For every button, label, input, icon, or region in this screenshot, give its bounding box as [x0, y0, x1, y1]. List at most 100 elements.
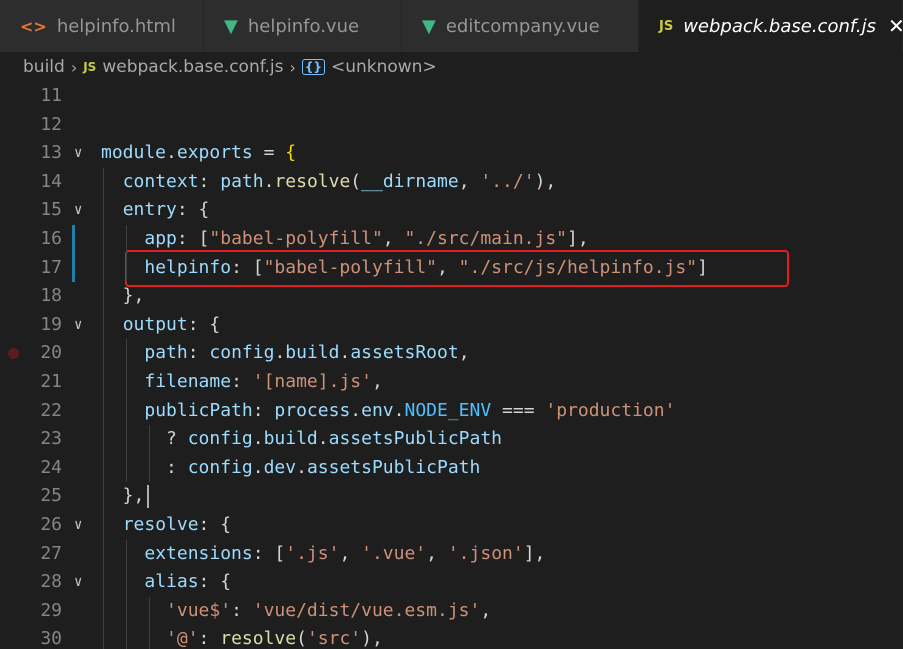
code-token: :	[252, 399, 275, 421]
code-token: "./src/main.js"	[404, 228, 568, 249]
code-token: config	[187, 428, 253, 450]
code-line[interactable]: 17 helpinfo: ["babel-polyfill", "./src/j…	[0, 254, 903, 283]
fold-chevron-icon[interactable]: ∨	[74, 196, 82, 225]
code-token: 'vue$'	[166, 599, 232, 621]
code-token: module	[101, 142, 167, 164]
code-line[interactable]: 30 '@': resolve('src'),	[0, 625, 903, 649]
code-token: "babel-polyfill"	[209, 228, 383, 249]
code-token: ===	[491, 399, 546, 421]
code-token: ,	[458, 170, 481, 192]
fold-chevron-icon[interactable]: ∨	[74, 311, 82, 340]
code-line[interactable]: 18 },	[0, 282, 903, 311]
code-line[interactable]: 19 ∨ output: {	[0, 311, 903, 340]
code-token: build	[263, 428, 318, 450]
code-line[interactable]: 23 ? config.build.assetsPublicPath	[0, 425, 903, 454]
code-token: path	[220, 170, 264, 192]
code-token: ,	[339, 542, 362, 564]
code-token: 'src'	[306, 628, 362, 649]
fold-chevron-icon[interactable]: ∨	[74, 511, 82, 540]
code-text: app: ["babel-polyfill", "./src/main.js"]…	[101, 225, 589, 254]
indent-guide	[149, 425, 150, 483]
code-text: entry: {	[101, 196, 210, 225]
code-token: .	[393, 399, 405, 421]
code-line[interactable]: 25 },	[0, 482, 903, 511]
tab-helpinfo-vue[interactable]: ▼ helpinfo.vue	[204, 0, 402, 52]
code-token: assetsPublicPath	[306, 456, 481, 478]
code-token: '.json'	[447, 542, 524, 564]
code-token: ],	[567, 228, 589, 249]
code-line[interactable]: 26 ∨ resolve: {	[0, 511, 903, 540]
code-line[interactable]: 21 filename: '[name].js',	[0, 368, 903, 397]
line-number: 27	[40, 542, 62, 564]
code-token: helpinfo	[144, 256, 232, 278]
code-token: app	[144, 228, 177, 249]
code-token: context	[122, 170, 199, 192]
code-token: {	[285, 142, 297, 164]
line-number: 24	[40, 456, 62, 478]
code-token: .	[296, 456, 307, 478]
code-line[interactable]: 28 ∨ alias: {	[0, 568, 903, 597]
code-token: filename	[144, 371, 232, 392]
code-token: alias	[144, 571, 199, 593]
tab-label: helpinfo.html	[56, 15, 176, 37]
code-line[interactable]: 24 : config.dev.assetsPublicPath	[0, 454, 903, 483]
code-line[interactable]: 15 ∨ entry: {	[0, 196, 903, 225]
code-line[interactable]: 27 extensions: ['.js', '.vue', '.json'],	[0, 540, 903, 569]
tab-label: webpack.base.conf.js	[683, 15, 876, 37]
code-token: __dirname	[361, 170, 459, 192]
code-token: ?	[101, 428, 188, 450]
code-line[interactable]: 13 ∨ module.exports = {	[0, 139, 903, 168]
code-token: :	[187, 342, 210, 364]
indent-guide	[103, 167, 104, 649]
fold-chevron-icon[interactable]: ∨	[74, 139, 82, 168]
code-line[interactable]: 29 'vue$': 'vue/dist/vue.esm.js',	[0, 597, 903, 626]
code-text: helpinfo: ["babel-polyfill", "./src/js/h…	[101, 254, 708, 283]
tab-webpack-base-conf-js[interactable]: JS webpack.base.conf.js ✕	[639, 0, 903, 52]
close-icon[interactable]: ✕	[888, 14, 902, 38]
tab-label: helpinfo.vue	[247, 15, 360, 37]
tab-editcompany-vue[interactable]: ▼ editcompany.vue	[402, 0, 639, 52]
code-text: extensions: ['.js', '.vue', '.json'],	[101, 540, 545, 569]
code-line[interactable]: 12	[0, 111, 903, 140]
code-text: 'vue$': 'vue/dist/vue.esm.js',	[101, 597, 491, 626]
tab-helpinfo-html[interactable]: <> helpinfo.html	[0, 0, 204, 52]
code-line[interactable]: 16 app: ["babel-polyfill", "./src/main.j…	[0, 225, 903, 254]
line-number: 19	[40, 313, 62, 335]
js-file-icon: JS	[83, 60, 97, 74]
fold-chevron-icon[interactable]: ∨	[74, 568, 82, 597]
breadcrumb-folder[interactable]: build	[23, 57, 65, 77]
line-number: 13	[40, 142, 62, 164]
code-line[interactable]: 11	[0, 82, 903, 111]
code-token: ),	[534, 170, 557, 192]
code-token: NODE_ENV	[404, 399, 492, 421]
code-editor[interactable]: 11 12 13 ∨ module.exports = {14 context: pat…	[0, 82, 903, 649]
code-token: output	[122, 313, 188, 335]
breadcrumb-file[interactable]: webpack.base.conf.js	[102, 57, 283, 77]
code-text: : config.dev.assetsPublicPath	[101, 454, 480, 483]
code-token: process	[274, 399, 351, 421]
line-number: 23	[40, 428, 62, 450]
code-token: .	[263, 170, 275, 192]
code-token: ),	[361, 628, 383, 649]
code-text: resolve: {	[101, 511, 231, 540]
code-line[interactable]: 14 context: path.resolve(__dirname, '../…	[0, 168, 903, 197]
code-token: entry	[122, 199, 177, 221]
line-number: 12	[40, 113, 62, 135]
code-line[interactable]: 20 path: config.build.assetsRoot,	[0, 339, 903, 368]
breadcrumb-symbol[interactable]: <unknown>	[331, 57, 437, 77]
code-token: resolve	[122, 514, 199, 535]
code-token: config	[209, 342, 275, 364]
code-text: '@': resolve('src'),	[101, 625, 383, 649]
editor-tab-bar: <> helpinfo.html ▼ helpinfo.vue ▼ editcompany…	[0, 0, 903, 52]
code-token: env	[361, 399, 394, 421]
code-line[interactable]: 22 publicPath: process.env.NODE_ENV === …	[0, 397, 903, 426]
code-token: .	[252, 456, 264, 478]
code-token: '@'	[166, 628, 199, 649]
